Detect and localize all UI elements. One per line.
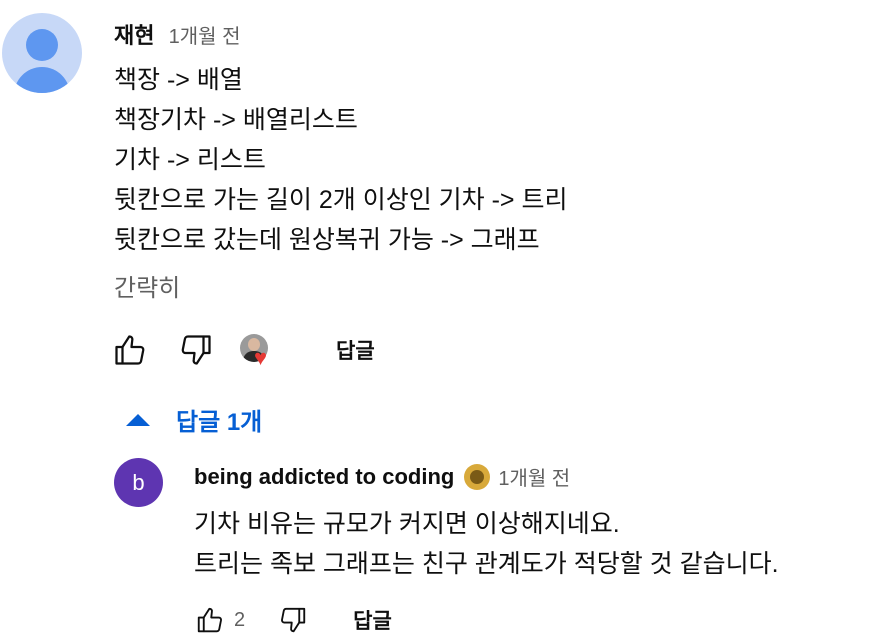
member-badge-icon (464, 463, 491, 490)
comment-author[interactable]: 재현 (114, 23, 154, 48)
dislike-button[interactable] (176, 330, 216, 370)
reply-like-count: 2 (234, 608, 246, 631)
comment-line: 뒷칸으로 갔는데 원상복귀 가능 -> 그래프 (114, 226, 540, 254)
commenter-avatar[interactable] (2, 13, 82, 93)
avatar-letter: b (132, 469, 145, 495)
replies-toggle[interactable]: 답글 1개 (126, 402, 262, 437)
avatar-head-shape (26, 29, 58, 61)
heart-icon: ♥ (254, 345, 268, 370)
reply-text: 기차 비유는 규모가 커지면 이상해지네요. 트리는 족보 그래프는 친구 관계… (194, 504, 779, 584)
reply-time[interactable]: 1개월 전 (498, 462, 570, 491)
comment-line: 책장 -> 배열 (114, 66, 243, 94)
reply-avatar[interactable]: b (114, 458, 163, 507)
reply-dislike-button[interactable] (273, 600, 313, 640)
caret-up-icon (126, 413, 150, 426)
avatar-body-shape (14, 67, 70, 93)
comment-line: 기차 -> 리스트 (114, 146, 266, 174)
thumbs-up-icon (197, 607, 222, 633)
thumbs-down-icon (181, 335, 211, 365)
reply-actions: 2 답글 (190, 600, 392, 640)
comment-line: 뒷칸으로 가는 길이 2개 이상인 기차 -> 트리 (114, 186, 568, 214)
comment-line: 책장기차 -> 배열리스트 (114, 106, 358, 134)
comment-actions: ♥ 답글 (110, 330, 375, 370)
collapse-button[interactable]: 간략히 (114, 268, 180, 303)
comment-header: 재현 1개월 전 (114, 18, 241, 50)
reply-author[interactable]: being addicted to coding (194, 464, 454, 490)
creator-heart-badge[interactable]: ♥ (238, 330, 278, 370)
comment-time[interactable]: 1개월 전 (169, 26, 241, 48)
reply-reply-button[interactable]: 답글 (353, 605, 392, 635)
like-button[interactable] (110, 330, 150, 370)
reply-like-button[interactable] (190, 600, 230, 640)
thumbs-up-icon (115, 335, 145, 365)
thumbs-down-icon (281, 607, 306, 633)
reply-line: 트리는 족보 그래프는 친구 관계도가 적당할 것 같습니다. (194, 550, 779, 578)
reply-header: being addicted to coding 1개월 전 (194, 462, 570, 491)
reply-button[interactable]: 답글 (336, 335, 375, 365)
comment-text: 책장 -> 배열 책장기차 -> 배열리스트 기차 -> 리스트 뒷칸으로 가는… (114, 60, 567, 260)
reply-line: 기차 비유는 규모가 커지면 이상해지네요. (194, 510, 620, 538)
replies-count-label: 답글 1개 (176, 409, 263, 436)
